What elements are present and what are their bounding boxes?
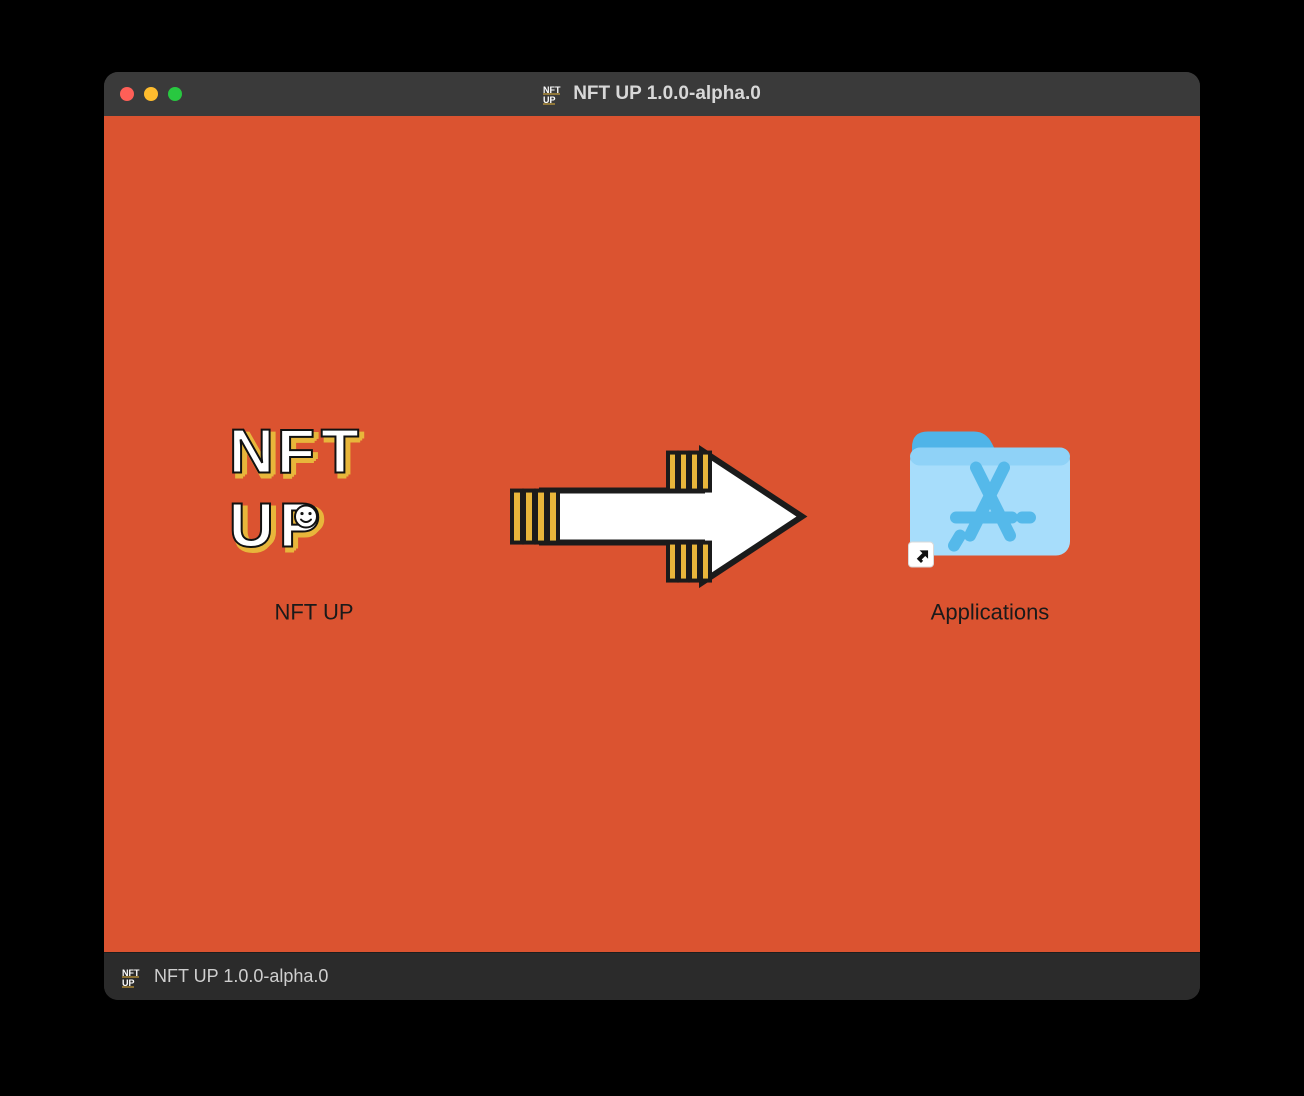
close-button[interactable] (120, 87, 134, 101)
nft-up-app-icon[interactable]: NFT NFT NFT NFT UP UP (224, 408, 404, 578)
app-item: NFT NFT NFT NFT UP UP (224, 408, 404, 626)
installer-window: NFT UP NFT UP 1.0.0-alpha.0 (104, 72, 1200, 1000)
title-center: NFT UP NFT UP 1.0.0-alpha.0 (543, 83, 761, 105)
app-label: NFT UP (274, 600, 353, 626)
statusbar-text: NFT UP 1.0.0-alpha.0 (154, 966, 328, 987)
nft-up-icon: NFT UP (122, 966, 144, 988)
alias-arrow-icon (908, 542, 934, 568)
window-controls (120, 72, 182, 116)
window-title: NFT UP 1.0.0-alpha.0 (573, 83, 761, 105)
statusbar: NFT UP NFT UP 1.0.0-alpha.0 (104, 952, 1200, 1000)
svg-text:U: U (229, 492, 274, 561)
minimize-button[interactable] (144, 87, 158, 101)
titlebar[interactable]: NFT UP NFT UP 1.0.0-alpha.0 (104, 72, 1200, 116)
nft-up-icon: NFT UP (543, 83, 565, 105)
svg-text:N: N (229, 418, 274, 487)
zoom-button[interactable] (168, 87, 182, 101)
svg-text:F: F (277, 418, 315, 487)
applications-folder-icon[interactable] (900, 408, 1080, 578)
dmg-background: NFT NFT NFT NFT UP UP (104, 116, 1200, 952)
svg-text:T: T (321, 418, 359, 487)
drag-arrow-icon (492, 427, 812, 607)
applications-item: Applications (900, 408, 1080, 626)
applications-label: Applications (931, 600, 1050, 626)
